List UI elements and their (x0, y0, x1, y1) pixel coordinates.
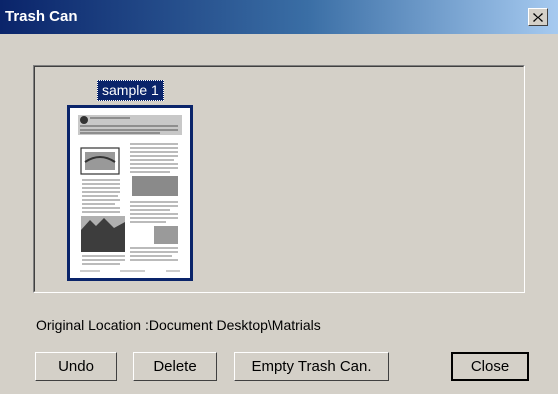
undo-button[interactable]: Undo (35, 352, 117, 381)
close-window-button[interactable] (528, 8, 548, 26)
document-thumbnail[interactable] (67, 105, 193, 281)
close-button[interactable]: Close (451, 352, 529, 381)
original-location-text: Original Location :Document Desktop\Matr… (36, 317, 321, 333)
document-preview-image (70, 108, 190, 278)
delete-button[interactable]: Delete (133, 352, 217, 381)
undo-button-label: Undo (58, 358, 94, 375)
close-x-icon (533, 12, 543, 22)
title-bar[interactable]: Trash Can (0, 0, 558, 34)
delete-button-label: Delete (153, 358, 197, 375)
empty-trash-can-button[interactable]: Empty Trash Can. (234, 352, 389, 381)
trash-items-panel[interactable]: sample 1 (33, 65, 525, 293)
item-label[interactable]: sample 1 (97, 80, 164, 101)
trash-can-dialog: Trash Can sample 1 Original Location:Do… (0, 0, 558, 394)
window-title: Trash Can (5, 8, 78, 25)
close-button-label: Close (470, 358, 510, 375)
empty-trash-can-button-label: Empty Trash Can. (251, 358, 372, 375)
